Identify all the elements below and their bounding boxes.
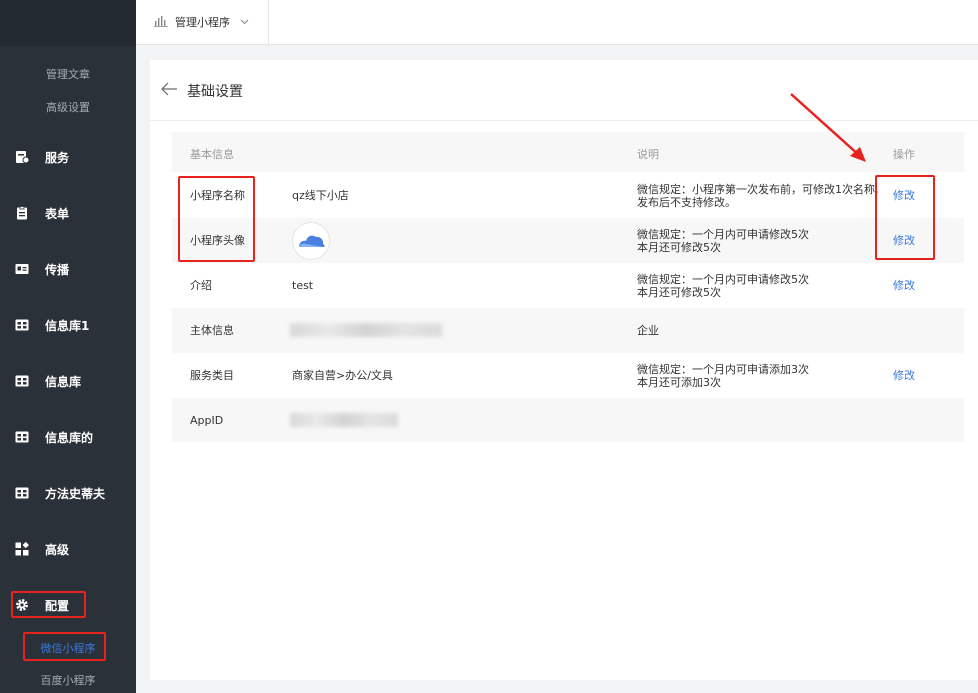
sidebar-item-spread[interactable]: 传播 bbox=[0, 254, 136, 284]
row-label: 主体信息 bbox=[190, 324, 234, 337]
row-desc-line1: 企业 bbox=[637, 324, 659, 337]
row-desc-line1: 微信规定：一个月内可申请修改5次 bbox=[637, 273, 809, 286]
sidebar-item-label: 方法史蒂夫 bbox=[45, 486, 106, 501]
row-label: AppID bbox=[190, 414, 224, 427]
table-row: AppID bbox=[172, 398, 964, 442]
grid-icon bbox=[15, 486, 29, 500]
id-card-icon bbox=[15, 262, 29, 276]
edit-intro-link[interactable]: 修改 bbox=[893, 280, 915, 292]
row-desc-line1: 微信规定：一个月内可申请添加3次 bbox=[637, 363, 809, 376]
row-label: 服务类目 bbox=[190, 369, 234, 382]
sidebar: 管理文章 高级设置 服务 表单 传播 信息库1 信息库 信息库的 方法史蒂夫 高… bbox=[0, 0, 136, 693]
sidebar-subitem-manage-articles[interactable]: 管理文章 bbox=[0, 66, 136, 82]
table-row: 小程序名称 qz线下小店 微信规定：小程序第一次发布前，可修改1次名称, 发布后… bbox=[172, 172, 964, 218]
sidebar-logo-area bbox=[0, 0, 136, 46]
annotation-arrow-icon bbox=[790, 93, 866, 162]
bar-chart-icon bbox=[154, 15, 168, 30]
annotation-box-edit-links bbox=[875, 175, 935, 260]
sidebar-item-label: 高级 bbox=[45, 542, 70, 557]
table-row: 介绍 test 微信规定：一个月内可申请修改5次 本月还可修改5次 修改 bbox=[172, 263, 964, 308]
row-desc-line1: 微信规定：小程序第一次发布前，可修改1次名称, bbox=[637, 183, 879, 196]
grid-icon bbox=[15, 430, 29, 444]
avatar[interactable] bbox=[292, 222, 330, 260]
table-row: 小程序头像 微信规定：一个月内可申请修改5次 本月还可修改5次 修改 bbox=[172, 218, 964, 263]
annotation-box-name-avatar bbox=[178, 176, 255, 262]
grid-icon bbox=[15, 318, 29, 332]
apps-icon bbox=[15, 542, 29, 556]
sidebar-item-label: 传播 bbox=[45, 262, 70, 277]
row-desc-line2: 本月还可修改5次 bbox=[637, 241, 721, 254]
sidebar-item-method[interactable]: 方法史蒂夫 bbox=[0, 478, 136, 508]
header-action: 操作 bbox=[893, 148, 915, 161]
row-label: 介绍 bbox=[190, 279, 212, 292]
info-table: 基本信息 说明 操作 小程序名称 qz线下小店 微信规定：小程序第一次发布前，可… bbox=[172, 132, 964, 442]
sidebar-subitem-advanced-settings[interactable]: 高级设置 bbox=[0, 99, 136, 115]
sidebar-item-info-lib-1[interactable]: 信息库1 bbox=[0, 310, 136, 340]
sidebar-subitem-baidu-miniprogram[interactable]: 百度小程序 bbox=[0, 672, 136, 688]
row-desc-line2: 发布后不支持修改。 bbox=[637, 196, 736, 209]
sidebar-item-label: 信息库的 bbox=[45, 430, 94, 445]
table-row: 主体信息 企业 bbox=[172, 308, 964, 353]
app-switcher[interactable]: 管理小程序 bbox=[136, 0, 269, 44]
cloud-logo-icon bbox=[299, 235, 325, 247]
sidebar-item-info-lib-de[interactable]: 信息库的 bbox=[0, 422, 136, 452]
redacted-entity-info bbox=[290, 323, 442, 337]
edit-category-link[interactable]: 修改 bbox=[893, 370, 915, 382]
sidebar-item-label: 表单 bbox=[45, 206, 70, 221]
top-bar: 管理小程序 bbox=[136, 0, 978, 45]
redacted-appid bbox=[290, 413, 398, 427]
sidebar-item-label: 服务 bbox=[45, 150, 70, 165]
row-value: test bbox=[292, 279, 314, 292]
header-description: 说明 bbox=[637, 148, 659, 161]
row-value: 商家自营>办公/文具 bbox=[292, 369, 393, 382]
sidebar-item-form[interactable]: 表单 bbox=[0, 198, 136, 228]
back-arrow-icon[interactable] bbox=[160, 80, 178, 98]
app-switcher-label: 管理小程序 bbox=[175, 16, 230, 29]
sidebar-item-service[interactable]: 服务 bbox=[0, 142, 136, 172]
service-icon bbox=[15, 150, 29, 164]
row-desc-line1: 微信规定：一个月内可申请修改5次 bbox=[637, 228, 809, 241]
chevron-down-icon bbox=[240, 17, 249, 28]
sidebar-item-label: 信息库1 bbox=[45, 318, 90, 333]
form-icon bbox=[15, 206, 29, 220]
page-title: 基础设置 bbox=[187, 84, 243, 100]
sidebar-item-label: 信息库 bbox=[45, 374, 82, 389]
sidebar-item-info-lib[interactable]: 信息库 bbox=[0, 366, 136, 396]
header-basic-info: 基本信息 bbox=[190, 148, 234, 161]
row-desc-line2: 本月还可添加3次 bbox=[637, 376, 721, 389]
sidebar-item-advanced[interactable]: 高级 bbox=[0, 534, 136, 564]
annotation-box-config bbox=[11, 591, 86, 618]
row-desc-line2: 本月还可修改5次 bbox=[637, 286, 721, 299]
grid-icon bbox=[15, 374, 29, 388]
annotation-box-wechat bbox=[23, 632, 106, 661]
row-value: qz线下小店 bbox=[292, 189, 349, 202]
table-row: 服务类目 商家自营>办公/文具 微信规定：一个月内可申请添加3次 本月还可添加3… bbox=[172, 353, 964, 398]
